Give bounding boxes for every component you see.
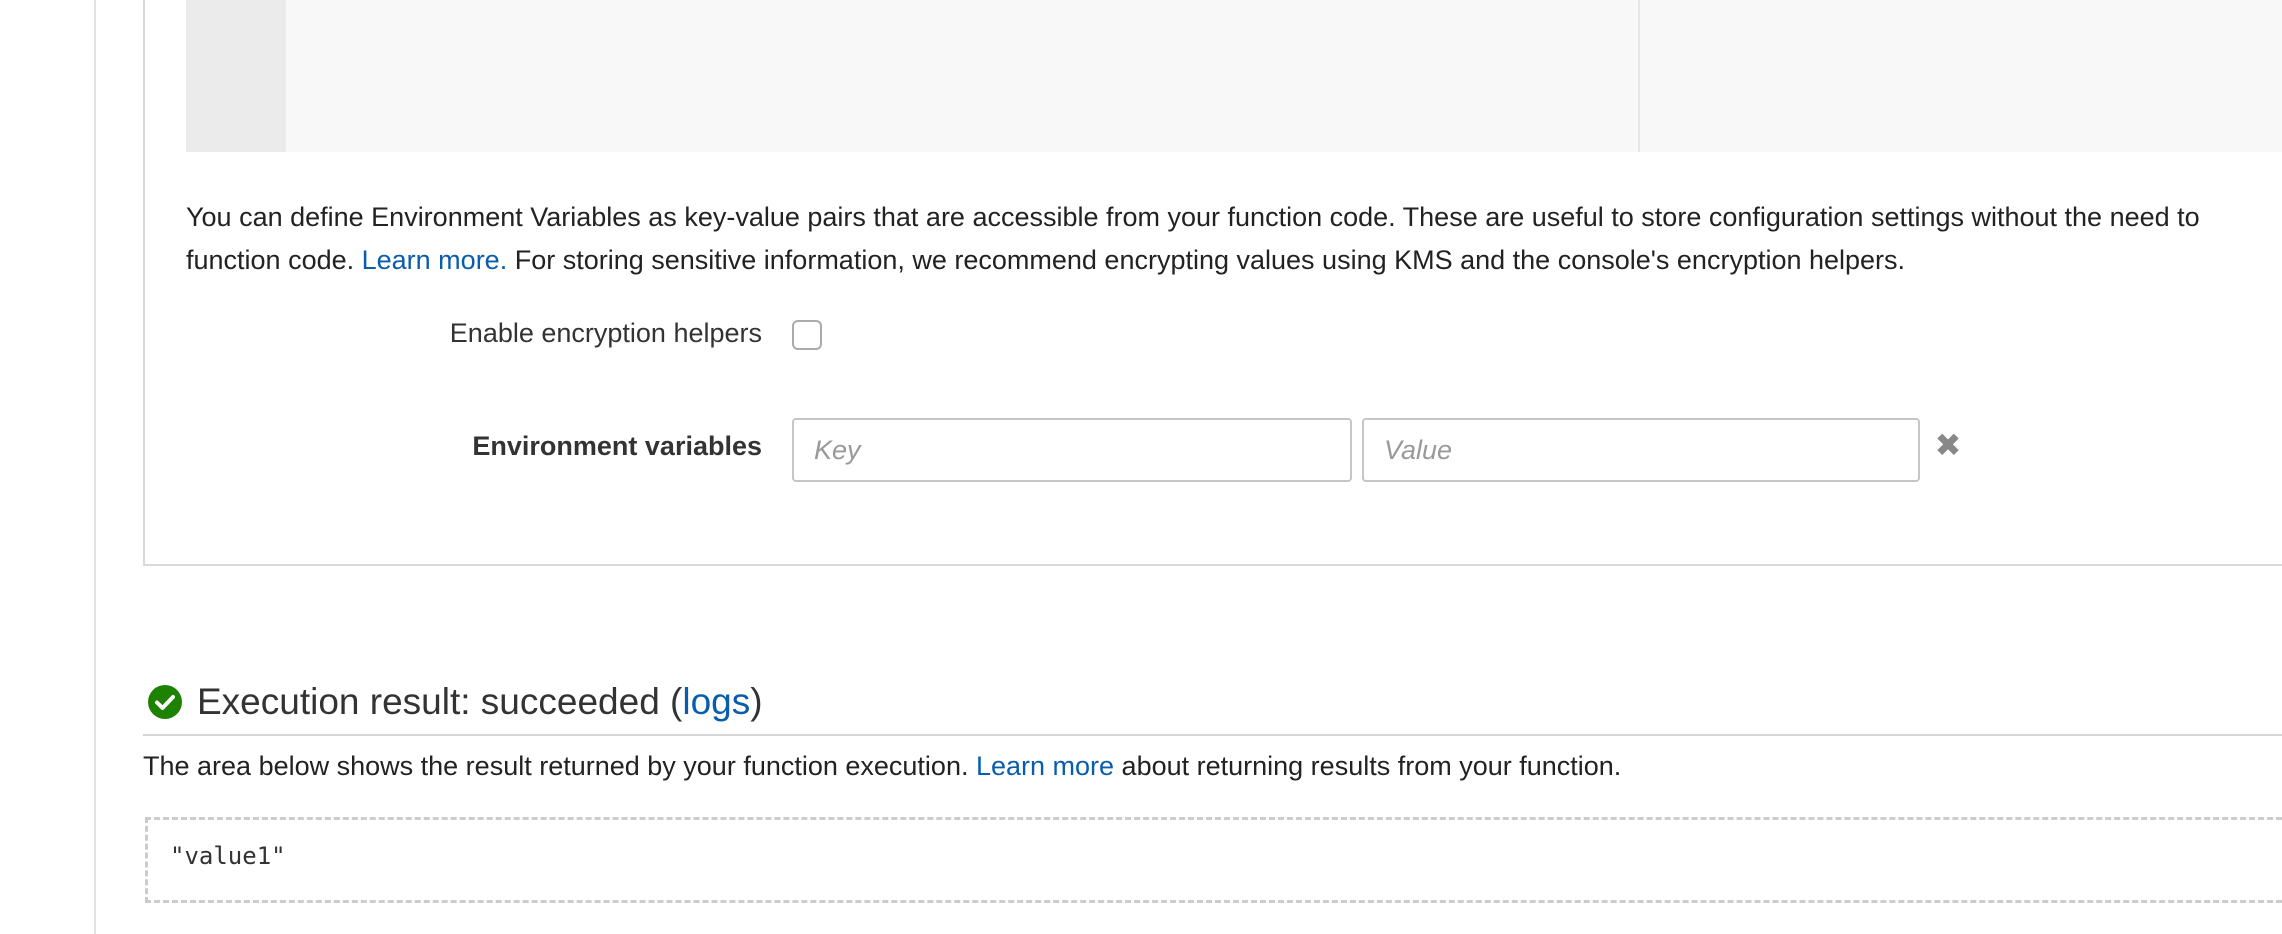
environment-variables-description: You can define Environment Variables as … [186, 196, 2282, 282]
result-desc-prefix: The area below shows the result returned… [143, 751, 976, 781]
description-text-2: function code. [186, 245, 362, 275]
env-key-input[interactable] [792, 418, 1352, 482]
close-icon[interactable]: ✖ [1934, 428, 1962, 462]
check-circle-icon [148, 685, 182, 719]
result-value: "value1" [170, 842, 286, 870]
lambda-config-page: You can define Environment Variables as … [0, 0, 2282, 934]
code-editor-divider[interactable] [1638, 0, 1640, 152]
code-editor-area[interactable] [186, 0, 2282, 152]
enable-encryption-helpers-checkbox[interactable] [792, 320, 822, 350]
left-divider [94, 0, 96, 934]
execution-result-output: "value1" [145, 817, 2282, 903]
result-desc-suffix: about returning results from your functi… [1114, 751, 1622, 781]
description-text-3: For storing sensitive information, we re… [507, 245, 1906, 275]
env-value-input[interactable] [1362, 418, 1920, 482]
logs-link[interactable]: logs [682, 681, 750, 722]
environment-variables-label: Environment variables [472, 431, 762, 461]
description-text: You can define Environment Variables as … [186, 202, 2200, 232]
result-title-suffix: ) [750, 681, 763, 722]
heading-divider [143, 734, 2282, 736]
enable-encryption-helpers-label: Enable encryption helpers [449, 318, 762, 348]
learn-more-link[interactable]: Learn more. [362, 245, 508, 275]
result-learn-more-link[interactable]: Learn more [976, 751, 1114, 781]
result-title-prefix: Execution result: succeeded ( [197, 681, 683, 722]
execution-result-heading: Execution result: succeeded (logs) [147, 676, 763, 728]
code-editor-gutter [186, 0, 286, 152]
execution-result-description: The area below shows the result returned… [143, 748, 1621, 784]
execution-result-title: Execution result: succeeded (logs) [197, 681, 763, 723]
